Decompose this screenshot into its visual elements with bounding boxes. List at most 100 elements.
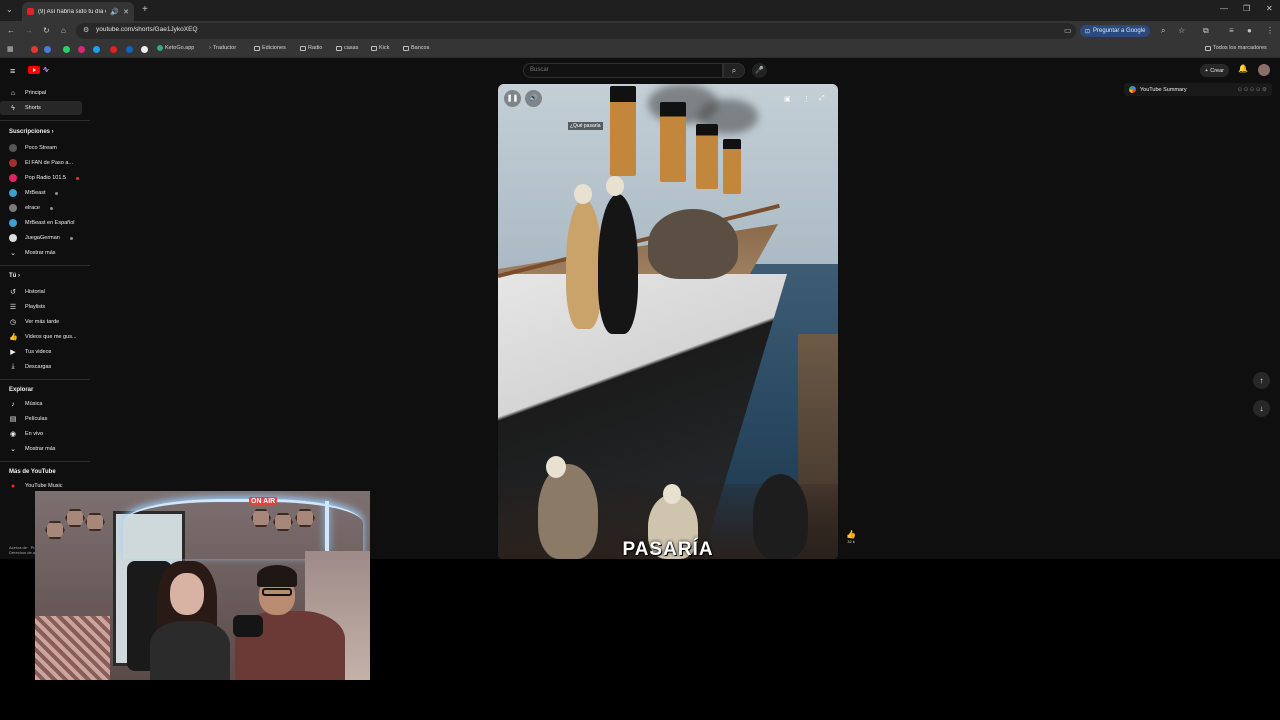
- sidebar-item-shorts[interactable]: ϟ Shorts: [0, 101, 82, 115]
- sidebar-item-liked-videos[interactable]: 👍 Videos que me gus...: [0, 330, 82, 344]
- subscription-item[interactable]: Pop Radio 101.5: [0, 171, 82, 185]
- subscription-item[interactable]: El FAN de Paso a...: [0, 156, 82, 170]
- sidebar-item-label: Mostrar más: [25, 250, 56, 256]
- volume-button[interactable]: 🔊: [525, 90, 542, 107]
- bookmark-icon-2[interactable]: [44, 46, 51, 53]
- sidebar-item-playlists[interactable]: ☰ Playlists: [0, 300, 82, 314]
- sidebar-item-ver-mas-tarde[interactable]: ◷ Ver más tarde: [0, 315, 82, 329]
- all-bookmarks[interactable]: Todos los marcadores: [1205, 45, 1267, 51]
- whatsapp-icon[interactable]: [63, 46, 70, 53]
- home-browser-icon[interactable]: ⌂: [61, 26, 66, 35]
- forward-icon[interactable]: →: [25, 26, 33, 35]
- channel-avatar: [9, 189, 17, 197]
- youtube-summary-widget[interactable]: YouTube Summary ⊙ ⊙ ⊙ ⊙ ⚙: [1124, 83, 1272, 96]
- you-heading[interactable]: Tú ›: [9, 273, 20, 279]
- create-button[interactable]: + Crear: [1200, 64, 1229, 77]
- subscription-item[interactable]: JuegaGerman: [0, 231, 82, 245]
- youtube-bookmark-icon[interactable]: [110, 46, 117, 53]
- sidebar-item-descargas[interactable]: ⤓ Descargas: [0, 360, 82, 374]
- hamburger-menu-icon[interactable]: ≡: [10, 66, 15, 76]
- menu-dots-icon[interactable]: ⋮: [1266, 26, 1274, 35]
- video-text-tag: ¿Qué pasaría: [568, 122, 603, 130]
- url-text: youtube.com/shorts/Gae1JykoXEQ: [96, 26, 198, 33]
- glasses: [262, 588, 292, 596]
- bookmark-ketogo[interactable]: KetoGo.app: [157, 45, 194, 51]
- new-tab-icon[interactable]: +: [142, 4, 148, 15]
- tab-close-icon[interactable]: ✕: [123, 8, 129, 16]
- ask-google-label: Preguntar a Google: [1093, 28, 1146, 34]
- bookmark-label: Traductor: [212, 45, 237, 51]
- channel-avatar: [9, 219, 17, 227]
- show-more-explore[interactable]: ⌄ Mostrar más: [0, 442, 82, 456]
- bookmark-icon-8[interactable]: [141, 46, 148, 53]
- subscription-item[interactable]: MrBeast en Español: [0, 216, 82, 230]
- media-icon[interactable]: ≡: [1229, 26, 1234, 35]
- next-short-button[interactable]: ↓: [1253, 400, 1270, 417]
- voice-search-button[interactable]: 🎤: [752, 63, 767, 78]
- bookmark-folder-ediciones[interactable]: Ediciones: [254, 45, 286, 51]
- window-close-icon[interactable]: ✕: [1266, 4, 1273, 13]
- fullscreen-icon[interactable]: ⤢: [819, 95, 825, 103]
- ask-google-button[interactable]: ⊡ Preguntar a Google: [1080, 25, 1151, 37]
- short-video-player[interactable]: ❚❚ 🔊 ▣ ⋮ ⤢ ¿Qué pasaría PASARÍA: [498, 84, 838, 559]
- minimize-icon[interactable]: —: [1220, 4, 1228, 13]
- account-avatar[interactable]: [1258, 64, 1270, 76]
- bookmark-traductor[interactable]: › Traductor: [209, 45, 236, 51]
- sidebar-item-en-vivo[interactable]: ◉ En vivo: [0, 427, 82, 441]
- pause-button[interactable]: ❚❚: [504, 90, 521, 107]
- bookmark-label: Bancos: [411, 45, 430, 51]
- cast-icon[interactable]: ▭: [1064, 26, 1072, 35]
- channel-avatar: [9, 144, 17, 152]
- subscriptions-heading[interactable]: Suscripciones ›: [9, 129, 54, 135]
- site-info-icon[interactable]: ⚙: [83, 26, 89, 34]
- skeleton-head: [546, 456, 566, 478]
- sidebar-item-tus-videos[interactable]: ▶ Tus videos: [0, 345, 82, 359]
- bookmark-folder-radio[interactable]: Radio: [300, 45, 322, 51]
- extensions-icon[interactable]: ⧉: [1203, 26, 1209, 36]
- previous-short-button[interactable]: ↑: [1253, 372, 1270, 389]
- reload-icon[interactable]: ↻: [43, 26, 50, 35]
- youtube-logo[interactable]: ∿: [28, 65, 49, 74]
- folder-icon: [300, 45, 306, 51]
- captions-icon[interactable]: ▣: [784, 95, 791, 103]
- linkedin-icon[interactable]: [126, 46, 133, 53]
- like-button[interactable]: 👍 32 k: [845, 530, 857, 544]
- sidebar-item-principal[interactable]: ⌂ Principal: [0, 86, 82, 100]
- bookmark-folder-casas[interactable]: casas: [336, 45, 358, 51]
- search-button[interactable]: ⌕: [723, 63, 745, 78]
- sidebar-item-label: Ver más tarde: [25, 319, 60, 325]
- audio-icon[interactable]: 🔊: [110, 8, 119, 16]
- browser-tab-active[interactable]: (9) Así habría sido tu día en 🔊 ✕: [22, 2, 134, 21]
- search-input[interactable]: Buscar: [523, 63, 723, 78]
- subscription-item[interactable]: MrBeast: [0, 186, 82, 200]
- summary-tools-icon[interactable]: ⊙ ⊙ ⊙ ⊙ ⚙: [1238, 87, 1267, 93]
- sidebar-item-historial[interactable]: ↺ Historial: [0, 285, 82, 299]
- bookmark-folder-kick[interactable]: Kick: [371, 45, 389, 51]
- restore-icon[interactable]: ❐: [1243, 4, 1250, 13]
- back-icon[interactable]: ←: [7, 26, 15, 35]
- subscription-item[interactable]: elrace: [0, 201, 82, 215]
- sidebar-item-peliculas[interactable]: ▤ Películas: [0, 412, 82, 426]
- bookmark-star-icon[interactable]: ☆: [1178, 26, 1185, 35]
- address-bar[interactable]: ⚙ youtube.com/shorts/Gae1JykoXEQ: [76, 23, 1076, 39]
- apps-icon[interactable]: ▦: [7, 45, 14, 53]
- subscription-item[interactable]: Poco Stream: [0, 141, 82, 155]
- bookmark-icon-1[interactable]: [31, 46, 38, 53]
- notifications-bell-icon[interactable]: 🔔: [1238, 64, 1248, 73]
- zoom-icon[interactable]: ⌕: [1161, 26, 1165, 36]
- folder-icon: [336, 45, 342, 51]
- tab-search-icon[interactable]: ⌄: [6, 5, 13, 14]
- sidebar-item-label: Principal: [25, 90, 47, 96]
- profile-icon[interactable]: ●: [1247, 26, 1252, 35]
- bookmark-label: Radio: [308, 45, 323, 51]
- channel-avatar: [9, 159, 17, 167]
- youtube-summary-label: YouTube Summary: [1140, 86, 1187, 93]
- twitter-icon[interactable]: [93, 46, 100, 53]
- skeleton-head: [574, 184, 592, 204]
- instagram-icon[interactable]: [78, 46, 85, 53]
- sidebar-item-musica[interactable]: ♪ Música: [0, 397, 82, 411]
- bookmark-folder-bancos[interactable]: Bancos: [403, 45, 429, 51]
- more-options-icon[interactable]: ⋮: [803, 95, 810, 103]
- channel-avatar: [9, 234, 17, 242]
- show-more-subscriptions[interactable]: ⌄ Mostrar más: [0, 246, 82, 260]
